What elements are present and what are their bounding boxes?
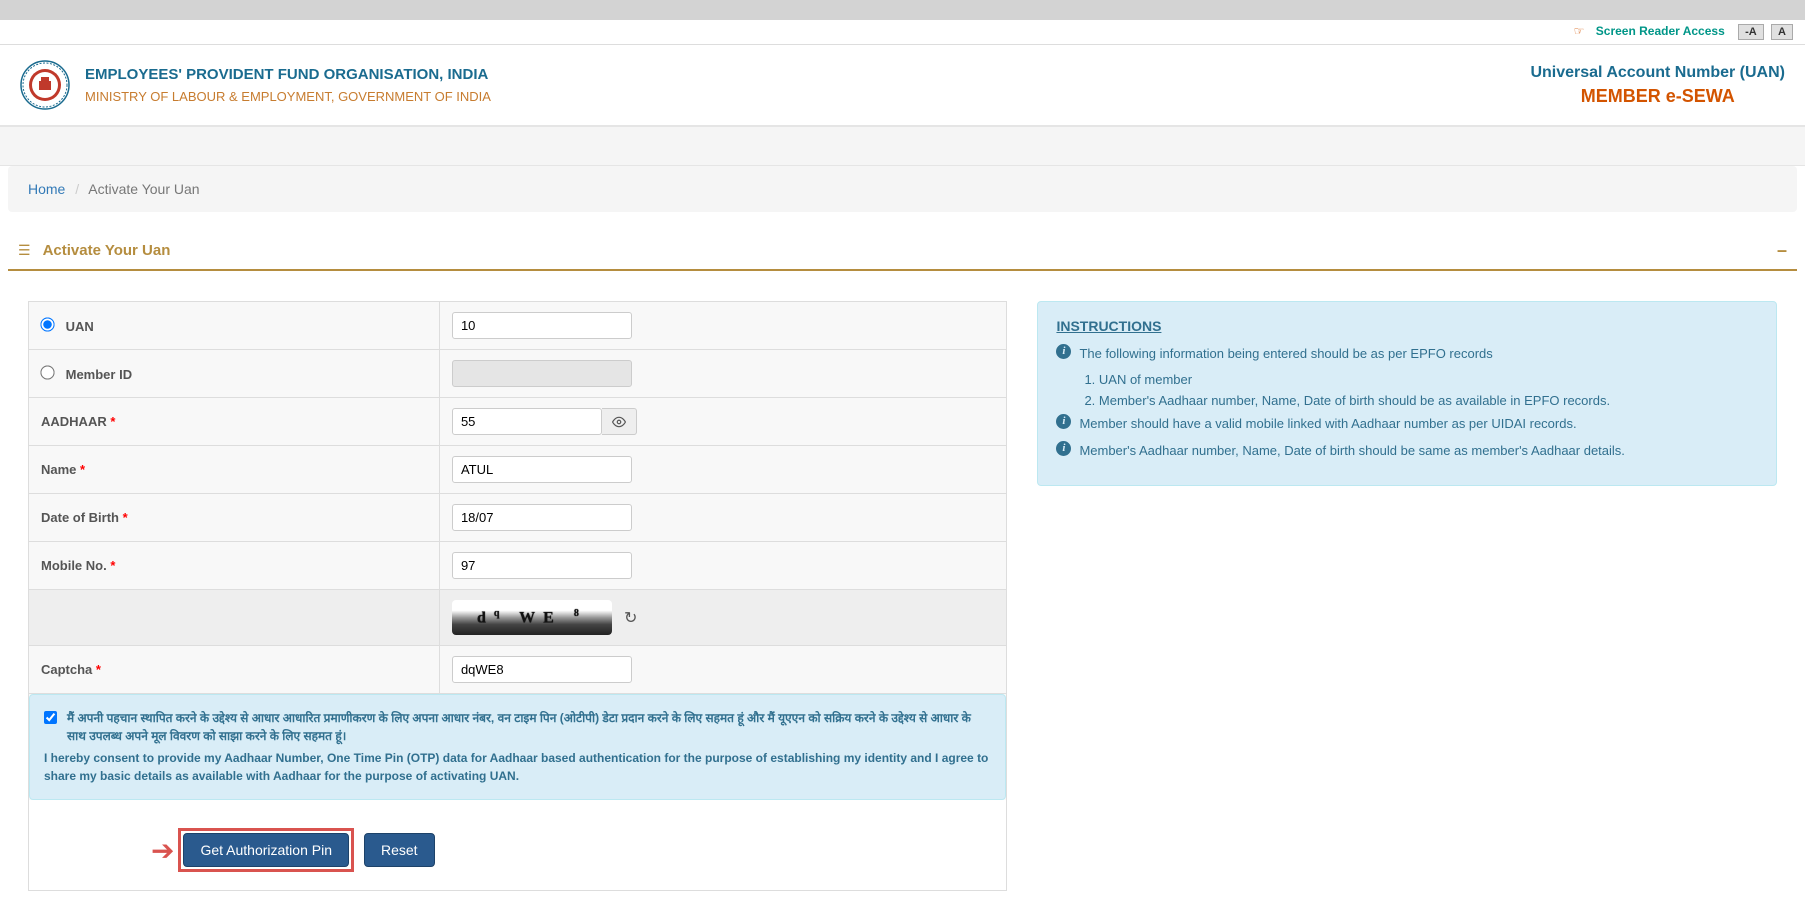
instructions-panel: INSTRUCTIONS i The following information… <box>1037 301 1777 486</box>
name-label: Name <box>41 462 76 477</box>
memberid-label: Member ID <box>66 367 132 382</box>
eye-icon[interactable] <box>602 408 637 435</box>
uan-input[interactable] <box>452 312 632 339</box>
utility-bar: ☞ Screen Reader Access -A A <box>0 20 1805 45</box>
dob-label: Date of Birth <box>41 510 119 525</box>
instruction-1b: 2. Member's Aadhaar number, Name, Date o… <box>1084 393 1758 408</box>
screen-reader-link[interactable]: Screen Reader Access <box>1596 24 1725 38</box>
spacer <box>0 126 1805 166</box>
reset-button[interactable]: Reset <box>364 833 435 867</box>
mobile-input[interactable] <box>452 552 632 579</box>
panel-header: ☰ Activate Your Uan – <box>8 232 1797 271</box>
consent-text-hindi: मैं अपनी पहचान स्थापित करने के उद्देश्य … <box>67 709 991 745</box>
browser-top-bar <box>0 0 1805 20</box>
consent-box: मैं अपनी पहचान स्थापित करने के उद्देश्य … <box>29 694 1006 800</box>
page-header: EMPLOYEES' PROVIDENT FUND ORGANISATION, … <box>0 45 1805 126</box>
esewa-title: MEMBER e-SEWA <box>1530 86 1785 107</box>
ministry-name: MINISTRY OF LABOUR & EMPLOYMENT, GOVERNM… <box>85 89 491 104</box>
bars-icon: ☰ <box>18 242 31 259</box>
annotation-arrow: ➔ <box>151 834 174 867</box>
org-name: EMPLOYEES' PROVIDENT FUND ORGANISATION, … <box>85 66 491 83</box>
name-input[interactable] <box>452 456 632 483</box>
info-icon: i <box>1056 344 1071 359</box>
instruction-3: Member's Aadhaar number, Name, Date of b… <box>1079 441 1624 461</box>
captcha-input[interactable] <box>452 656 632 683</box>
instruction-2: Member should have a valid mobile linked… <box>1079 414 1576 434</box>
consent-checkbox[interactable] <box>44 711 57 724</box>
font-decrease-button[interactable]: -A <box>1738 24 1764 40</box>
breadcrumb-separator: / <box>75 181 79 197</box>
font-increase-button[interactable]: A <box>1771 24 1793 40</box>
consent-text-english: I hereby consent to provide my Aadhaar N… <box>44 749 991 785</box>
breadcrumb-home[interactable]: Home <box>28 181 65 197</box>
captcha-image: dq WE 8 <box>452 600 612 635</box>
epfo-logo <box>20 60 70 110</box>
activate-uan-form: UAN Member ID <box>28 301 1007 891</box>
instruction-1: The following information being entered … <box>1079 344 1492 364</box>
captcha-label: Captcha <box>41 662 92 677</box>
refresh-icon[interactable]: ↻ <box>624 608 637 628</box>
instructions-title: INSTRUCTIONS <box>1056 318 1758 334</box>
memberid-radio[interactable] <box>40 365 54 379</box>
panel-title: Activate Your Uan <box>43 242 171 259</box>
aadhaar-label: AADHAAR <box>41 414 107 429</box>
info-icon: i <box>1056 414 1071 429</box>
memberid-input <box>452 360 632 387</box>
uan-title: Universal Account Number (UAN) <box>1530 64 1785 82</box>
aadhaar-input[interactable] <box>452 408 602 435</box>
get-authorization-pin-button[interactable]: Get Authorization Pin <box>183 833 349 867</box>
info-icon: i <box>1056 441 1071 456</box>
uan-radio[interactable] <box>40 317 54 331</box>
mobile-label: Mobile No. <box>41 558 107 573</box>
dob-input[interactable] <box>452 504 632 531</box>
hand-icon: ☞ <box>1574 24 1585 38</box>
instruction-1a: 1. UAN of member <box>1084 372 1758 387</box>
uan-label: UAN <box>66 319 94 334</box>
breadcrumb-current: Activate Your Uan <box>88 181 199 197</box>
annotation-highlight: Get Authorization Pin <box>178 828 354 872</box>
collapse-icon[interactable]: – <box>1777 240 1787 261</box>
breadcrumb: Home / Activate Your Uan <box>28 181 1777 197</box>
